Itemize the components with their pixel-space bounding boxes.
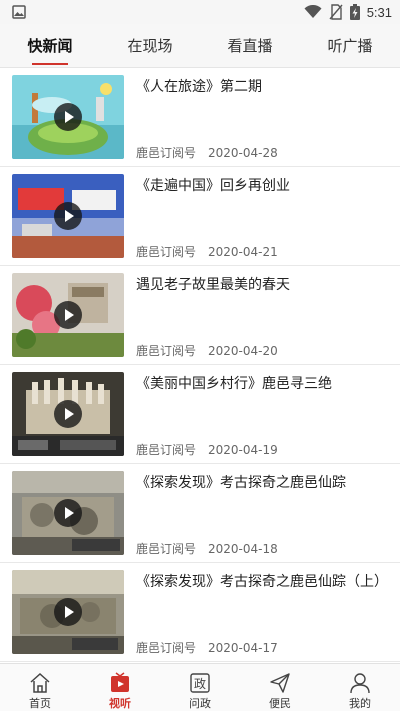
news-source: 鹿邑订阅号 bbox=[136, 344, 197, 358]
nav-home[interactable]: 首页 bbox=[0, 664, 80, 711]
nav-label: 首页 bbox=[29, 697, 51, 710]
news-source: 鹿邑订阅号 bbox=[136, 146, 197, 160]
nav-label: 视听 bbox=[109, 697, 131, 710]
zheng-glyph: 政 bbox=[194, 677, 206, 691]
news-source: 鹿邑订阅号 bbox=[136, 245, 197, 259]
play-icon bbox=[54, 499, 82, 527]
news-title: 《探索发现》考古探奇之鹿邑仙踪 bbox=[136, 475, 346, 491]
video-thumbnail[interactable] bbox=[12, 174, 124, 258]
news-date: 2020-04-20 bbox=[208, 344, 278, 358]
video-thumbnail[interactable] bbox=[12, 471, 124, 555]
no-sim-icon bbox=[329, 4, 343, 20]
person-icon bbox=[350, 673, 370, 694]
news-meta: 鹿邑订阅号 2020-04-19 bbox=[136, 441, 278, 458]
news-source: 鹿邑订阅号 bbox=[136, 443, 197, 457]
nav-shiting[interactable]: 视听 bbox=[80, 664, 160, 711]
bottom-nav: 首页 视听 政 问政 便民 我的 bbox=[0, 663, 400, 711]
nav-bianmin[interactable]: 便民 bbox=[240, 664, 320, 711]
battery-charging-icon bbox=[349, 4, 360, 20]
home-icon bbox=[30, 672, 50, 693]
news-item[interactable]: 《探索发现》考古探奇之鹿邑仙踪（上） 鹿邑订阅号 2020-04-17 bbox=[0, 563, 400, 662]
news-item[interactable]: 《走遍中国》回乡再创业 鹿邑订阅号 2020-04-21 bbox=[0, 167, 400, 266]
nav-label: 问政 bbox=[189, 697, 211, 710]
news-date: 2020-04-18 bbox=[208, 542, 278, 556]
play-icon bbox=[54, 202, 82, 230]
news-title: 《人在旅途》第二期 bbox=[136, 79, 262, 95]
news-title: 遇见老子故里最美的春天 bbox=[136, 277, 290, 293]
play-icon bbox=[54, 103, 82, 131]
news-date: 2020-04-19 bbox=[208, 443, 278, 457]
news-meta: 鹿邑订阅号 2020-04-28 bbox=[136, 144, 278, 161]
nav-label: 便民 bbox=[269, 697, 291, 710]
play-icon bbox=[54, 301, 82, 329]
video-thumbnail[interactable] bbox=[12, 570, 124, 654]
status-time: 5:31 bbox=[366, 4, 392, 20]
nav-wenzheng[interactable]: 政 问政 bbox=[160, 664, 240, 711]
nav-label: 我的 bbox=[349, 697, 371, 710]
play-icon bbox=[54, 400, 82, 428]
news-date: 2020-04-28 bbox=[208, 146, 278, 160]
tab-kuai-xinwen[interactable]: 快新闻 bbox=[0, 24, 100, 67]
video-thumbnail[interactable] bbox=[12, 75, 124, 159]
news-item[interactable]: 《探索发现》考古探奇之鹿邑仙踪 鹿邑订阅号 2020-04-18 bbox=[0, 464, 400, 563]
news-item[interactable]: 《人在旅途》第二期 鹿邑订阅号 2020-04-28 bbox=[0, 68, 400, 167]
wifi-icon bbox=[304, 5, 322, 18]
news-meta: 鹿邑订阅号 2020-04-21 bbox=[136, 243, 278, 260]
news-meta: 鹿邑订阅号 2020-04-20 bbox=[136, 342, 278, 359]
news-item[interactable]: 《美丽中国乡村行》鹿邑寻三绝 鹿邑订阅号 2020-04-19 bbox=[0, 365, 400, 464]
tab-ting-guangbo[interactable]: 听广播 bbox=[300, 24, 400, 67]
news-title: 《走遍中国》回乡再创业 bbox=[136, 178, 290, 194]
news-title: 《探索发现》考古探奇之鹿邑仙踪（上） bbox=[136, 574, 388, 590]
tab-zai-xianchang[interactable]: 在现场 bbox=[100, 24, 200, 67]
video-thumbnail[interactable] bbox=[12, 372, 124, 456]
news-item[interactable]: 遇见老子故里最美的春天 鹿邑订阅号 2020-04-20 bbox=[0, 266, 400, 365]
news-meta: 鹿邑订阅号 2020-04-17 bbox=[136, 639, 278, 656]
news-title: 《美丽中国乡村行》鹿邑寻三绝 bbox=[136, 376, 332, 392]
status-bar: 5:31 bbox=[0, 0, 400, 24]
news-source: 鹿邑订阅号 bbox=[136, 542, 197, 556]
news-date: 2020-04-21 bbox=[208, 245, 278, 259]
news-source: 鹿邑订阅号 bbox=[136, 641, 197, 655]
tab-kan-zhibo[interactable]: 看直播 bbox=[200, 24, 300, 67]
video-thumbnail[interactable] bbox=[12, 273, 124, 357]
send-icon bbox=[270, 673, 290, 693]
zheng-icon: 政 bbox=[190, 673, 210, 693]
news-date: 2020-04-17 bbox=[208, 641, 278, 655]
news-meta: 鹿邑订阅号 2020-04-18 bbox=[136, 540, 278, 557]
top-tab-bar: 快新闻 在现场 看直播 听广播 bbox=[0, 24, 400, 68]
tv-icon bbox=[111, 672, 129, 692]
play-icon bbox=[54, 598, 82, 626]
news-list: 《人在旅途》第二期 鹿邑订阅号 2020-04-28 《走遍中国》回乡再创业 鹿邑… bbox=[0, 68, 400, 663]
nav-wode[interactable]: 我的 bbox=[320, 664, 400, 711]
image-icon bbox=[12, 5, 26, 19]
